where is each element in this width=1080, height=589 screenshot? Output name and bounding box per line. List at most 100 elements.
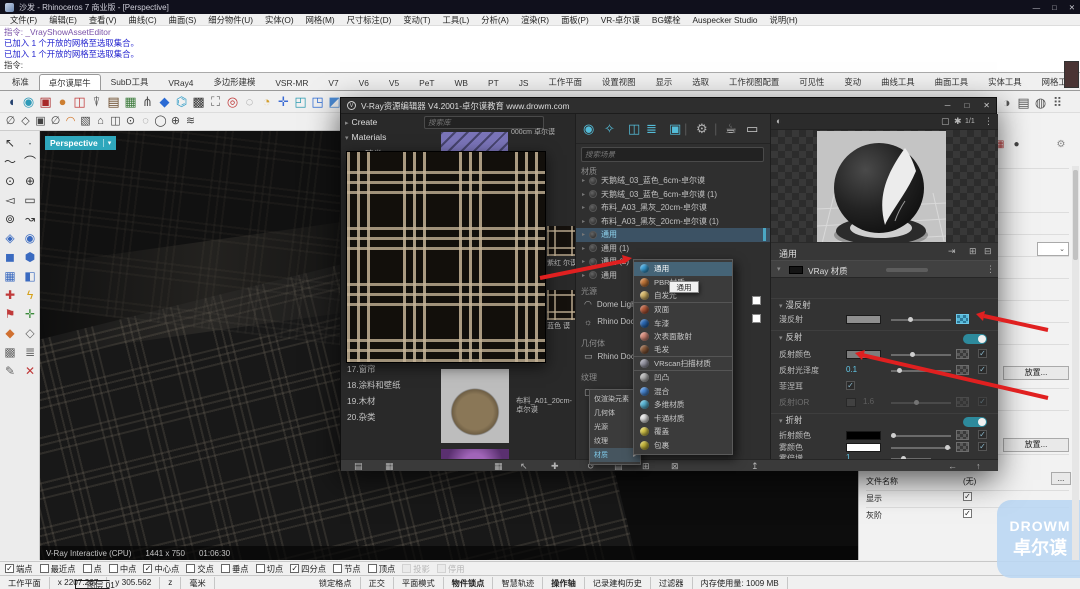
osnap-toggle[interactable]: 点 [82, 563, 102, 575]
status-toggle[interactable]: 物件锁点 [444, 576, 494, 589]
toolbar-icon[interactable]: ▩ [190, 91, 207, 112]
tool-icon[interactable]: ✛ [20, 305, 40, 324]
refraction-section-header[interactable]: ▾ 折射 [771, 413, 998, 427]
render-icon[interactable]: ☕ [725, 117, 737, 141]
toolbar-tab[interactable]: V6 [349, 75, 379, 90]
toolbar-icon[interactable]: ◇ [18, 113, 33, 130]
menu-item[interactable]: BG螺栓 [646, 14, 687, 26]
reflection-section-header[interactable]: ▾ 反射 [771, 330, 998, 344]
material-type-item[interactable]: 卡通材质 [634, 412, 732, 426]
toolbar-icon[interactable]: ◌ [138, 113, 153, 130]
toolbar-tab[interactable]: 曲面工具 [925, 73, 979, 90]
fog-slider[interactable] [891, 445, 951, 450]
menu-item[interactable]: 说明(H) [764, 14, 804, 26]
toolbar-icon[interactable]: ⍒ [88, 91, 105, 112]
status-cell[interactable]: 毫米 [181, 576, 215, 589]
toolbar-icon[interactable]: ✛ [275, 91, 292, 112]
osnap-checkbox[interactable] [367, 564, 377, 573]
diffuse-section-header[interactable]: ▾ 漫反射 [771, 298, 998, 312]
toolbar-icon[interactable]: ◳ [309, 91, 326, 112]
osnap-checkbox[interactable] [82, 564, 92, 573]
tool-icon[interactable]: ⊙ [0, 172, 20, 191]
tool-icon[interactable]: ⚑ [0, 305, 20, 324]
diffuse-texture-button[interactable] [956, 314, 969, 324]
more-button[interactable]: ... [1051, 472, 1071, 485]
tool-icon[interactable]: ▩ [0, 343, 20, 362]
tool-icon[interactable]: ⬢ [20, 248, 40, 267]
select-icon[interactable]: ↖ [520, 460, 528, 472]
menu-item[interactable]: 细分物件(U) [202, 14, 259, 26]
menu-item[interactable]: 曲线(C) [123, 14, 163, 26]
toolbar-tab[interactable]: 工作视图配置 [719, 73, 789, 90]
remove-layer-icon[interactable]: ⊟ [984, 246, 992, 257]
toolbar-icon[interactable]: ⌂ [93, 113, 108, 130]
status-toggle[interactable]: 智慧轨迹 [493, 576, 544, 589]
maximize-button[interactable]: □ [1052, 3, 1057, 12]
divider[interactable]: | [684, 117, 687, 141]
menu-item[interactable]: 网格(M) [300, 14, 341, 26]
status-toggle[interactable]: 内存使用量: 1009 MB [693, 576, 788, 589]
toolbar-icon[interactable]: ∅ [3, 113, 18, 130]
grayscale-checkbox[interactable] [963, 509, 972, 518]
status-toggle[interactable]: 记录建构历史 [585, 576, 651, 589]
materials-icon[interactable]: ◉ [583, 117, 594, 141]
status-cell[interactable]: 工作平面 [0, 576, 50, 589]
toolbar-icon[interactable]: ◰ [292, 91, 309, 112]
tool-icon[interactable]: ≣ [20, 343, 40, 362]
toolbar-icon[interactable]: ▤ [1015, 92, 1032, 113]
material-list-item[interactable]: ▸ 布料_A03_黑灰_20cm-卓尔谟 [576, 201, 770, 215]
menu-item[interactable]: 渲染(R) [515, 14, 555, 26]
osnap-checkbox[interactable] [436, 564, 446, 573]
toolbar-icon[interactable]: ◔ [258, 91, 275, 112]
material-type-item[interactable]: 次表面散射 [634, 330, 732, 344]
ior-swatch[interactable] [846, 398, 856, 407]
toolbar-icon[interactable]: ◎ [224, 91, 241, 112]
toolbar-tab[interactable]: 实体工具 [978, 73, 1032, 90]
create-section[interactable]: ▸ Create [345, 117, 377, 127]
tool-icon[interactable]: 〜 [0, 153, 20, 172]
geometry-icon[interactable]: ◫ [628, 117, 640, 141]
display-checkbox[interactable] [963, 492, 972, 501]
osnap-checkbox[interactable] [402, 564, 412, 573]
toolbar-icon[interactable]: ◌ [241, 91, 258, 112]
toolbar-icon[interactable]: ⠿ [1049, 92, 1066, 113]
minimize-button[interactable]: — [1033, 3, 1041, 12]
osnap-toggle[interactable]: 中心点 [143, 563, 179, 575]
close-button[interactable]: ✕ [1069, 3, 1075, 12]
render-elements-icon[interactable]: ▣ [669, 117, 681, 141]
preview-float-icon[interactable]: ▢ [941, 116, 950, 127]
toolbar-icon[interactable]: ⊙ [123, 113, 138, 130]
status-toggle[interactable]: 锁定格点 [311, 576, 361, 589]
toolbar-icon[interactable]: ⋔ [139, 91, 156, 112]
reflection-toggle[interactable] [963, 334, 987, 344]
toolbar-tab[interactable]: 变动 [834, 73, 871, 90]
preview-refresh-icon[interactable]: ✱ [954, 116, 962, 127]
material-type-item[interactable]: 覆盖 [634, 425, 732, 439]
reflect-texture-button[interactable] [956, 349, 969, 359]
tool-icon[interactable]: ◆ [0, 324, 20, 343]
vray-material-row[interactable]: ▾ VRay 材质 ⋮ [771, 260, 998, 278]
settings-icon[interactable]: ⚙ [696, 117, 708, 141]
tool-icon[interactable]: ◈ [0, 229, 20, 248]
materials-section[interactable]: ▾ Materials [345, 132, 386, 142]
toolbar-icon[interactable]: ◠ [63, 113, 78, 130]
menu-item[interactable]: 编辑(E) [43, 14, 83, 26]
tool-icon[interactable]: ⊚ [0, 210, 20, 229]
delete-icon[interactable]: ⊠ [671, 460, 679, 472]
diffuse-slider[interactable] [891, 317, 951, 322]
tool-icon[interactable]: ✕ [20, 362, 40, 381]
panel-dropdown[interactable]: ⌄ [1037, 242, 1069, 256]
toolbar-icon[interactable]: ◆ [156, 91, 173, 112]
material-list-item[interactable]: ▸ 天鹅绒_03_蓝色_6cm-卓尔谟 (1) [576, 188, 770, 202]
status-cell[interactable]: 图层 01 [75, 580, 115, 589]
gloss-slider[interactable] [891, 368, 951, 373]
category-item[interactable]: 18.涂料和壁纸 [347, 379, 401, 391]
tool-icon[interactable]: ✎ [0, 362, 20, 381]
kebab-menu-icon[interactable]: ⋮ [984, 116, 993, 127]
option-checkbox[interactable] [752, 296, 761, 305]
toolbar-tab[interactable]: V7 [318, 75, 348, 90]
kebab-menu-icon[interactable]: ⋮ [986, 264, 995, 275]
vray-minimize-button[interactable]: ─ [945, 101, 951, 110]
toolbar-icon[interactable]: ◑ [998, 92, 1015, 113]
osnap-checkbox[interactable] [143, 564, 153, 573]
